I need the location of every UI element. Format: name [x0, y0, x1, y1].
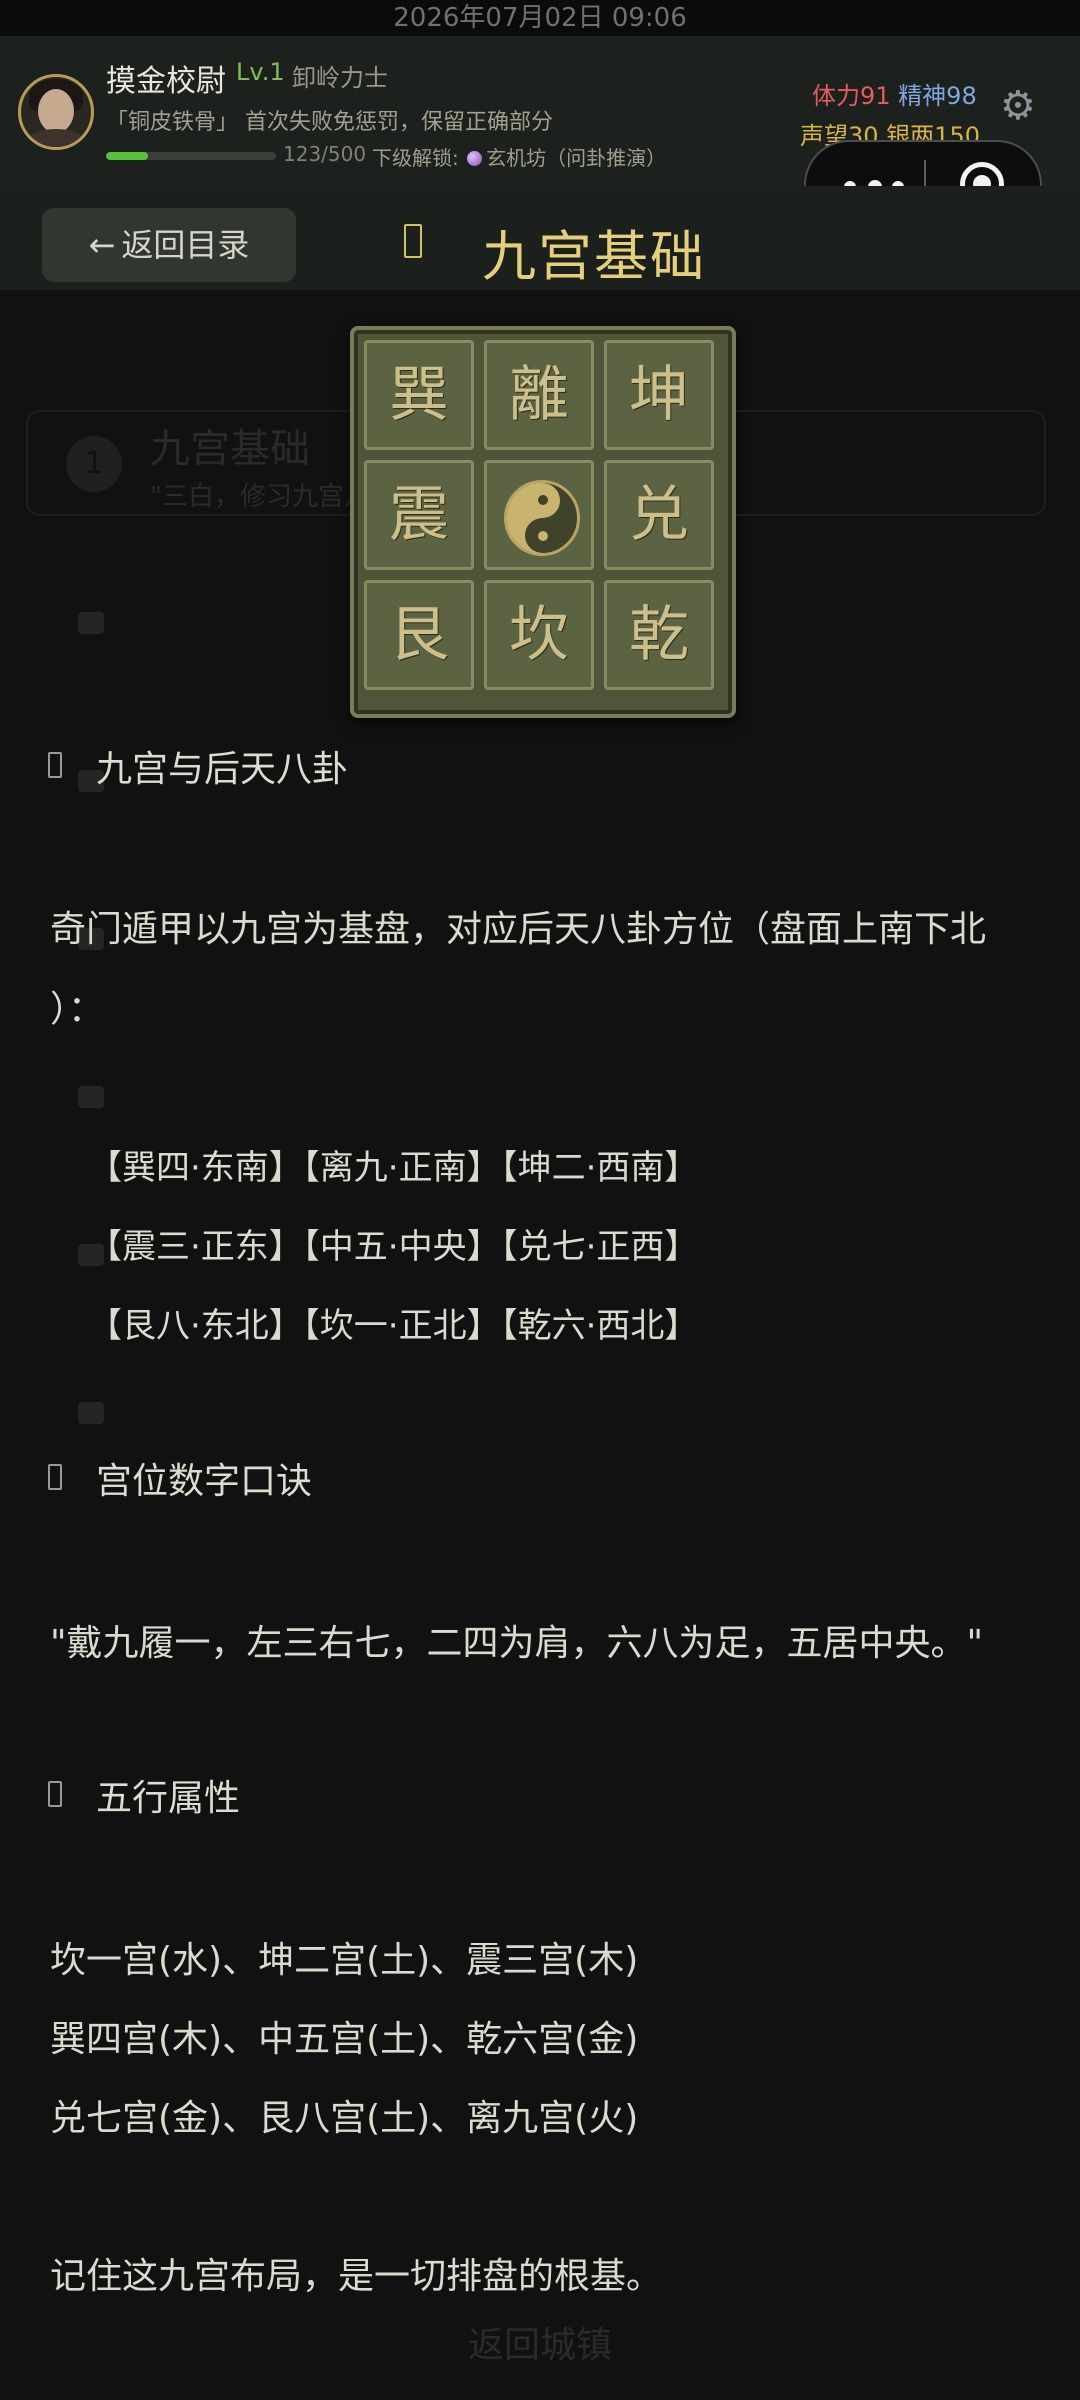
unlock-target: 玄机坊（问卦推演）	[486, 146, 667, 170]
element-line: 巽四宫(木)、中五宫(土)、乾六宫(金)	[50, 2019, 639, 2060]
lock-icon	[78, 612, 104, 634]
palace-cell-qian: 乾	[604, 580, 714, 690]
yin-yang-icon	[504, 480, 580, 556]
palace-cell-li: 離	[484, 340, 594, 450]
section-icon	[48, 1781, 62, 1807]
palace-cell-xun: 巽	[364, 340, 474, 450]
background-item-title: 九宫基础	[150, 426, 310, 472]
gear-icon[interactable]: ⚙	[1000, 86, 1036, 126]
section-icon	[48, 752, 62, 778]
mnemonic-text: "戴九履一，左三右七，二四为肩，六八为足，五居中央。"	[50, 1623, 984, 1664]
status-datetime: 2026年07月02日 09:06	[393, 3, 687, 33]
nine-palace-board: 巽 離 坤 震 兑 艮 坎 乾	[350, 326, 736, 718]
palace-cell-kan: 坎	[484, 580, 594, 690]
xp-progress-bar	[106, 152, 276, 160]
section-title-elements: 五行属性	[96, 1778, 241, 1819]
status-bar: 2026年07月02日 09:06	[0, 0, 1080, 36]
player-rank: 卸岭力士	[292, 64, 388, 92]
closing-text: 记住这九宫布局，是一切排盘的根基。	[50, 2256, 663, 2297]
section-title-mnemonic: 宫位数字口诀	[96, 1461, 313, 1502]
avatar[interactable]	[18, 74, 94, 150]
perk-text: 「铜皮铁骨」 首次失败免惩罚，保留正确部分	[106, 110, 553, 135]
return-town-link: 返回城镇	[467, 2325, 612, 2366]
intro-line-2: ）：	[50, 989, 105, 1030]
back-to-catalog-button[interactable]: ← 返回目录	[42, 208, 296, 282]
spirit-stat: 精神98	[898, 82, 977, 110]
palace-cell-center	[484, 460, 594, 570]
unlock-hint: 下级解锁: 玄机坊（问卦推演）	[372, 142, 666, 171]
back-button-label: 返回目录	[121, 226, 250, 264]
palace-cell-kun: 坤	[604, 340, 714, 450]
bagua-row: 【艮八·东北】【坎一·正北】【乾六·西北】	[88, 1306, 699, 1346]
section-title-palaces: 九宫与后天八卦	[96, 749, 349, 790]
palace-cell-dui: 兑	[604, 460, 714, 570]
page-title: 九宫基础	[482, 225, 706, 288]
element-line: 兑七宫(金)、艮八宫(土)、离九宫(火)	[50, 2098, 639, 2139]
intro-line-1: 奇门遁甲以九宫为基盘，对应后天八卦方位（盘面上南下北	[50, 909, 987, 950]
stamina-stat: 体力91	[812, 82, 891, 110]
xp-text: 123/500	[283, 142, 367, 166]
lock-icon	[78, 1402, 104, 1424]
palace-cell-gen: 艮	[364, 580, 474, 690]
palace-cell-zhen: 震	[364, 460, 474, 570]
lock-icon	[78, 1086, 104, 1108]
unlock-prefix: 下级解锁:	[372, 146, 459, 170]
bagua-row: 【震三·正东】【中五·中央】【兑七·正西】	[88, 1227, 699, 1267]
background-item-number: 1	[66, 436, 122, 492]
nav-bar: ← 返回目录 九宫基础	[0, 186, 1080, 290]
player-level: Lv.1	[236, 58, 285, 86]
xp-progress-fill	[106, 152, 148, 160]
scroll-icon	[404, 224, 422, 258]
crystal-ball-icon	[467, 151, 483, 166]
element-line: 坎一宫(水)、坤二宫(土)、震三宫(木)	[50, 1940, 639, 1981]
player-title: 摸金校尉	[106, 64, 226, 99]
bagua-row: 【巽四·东南】【离九·正南】【坤二·西南】	[88, 1148, 699, 1188]
back-arrow-icon: ←	[88, 226, 116, 264]
stats-row-1: 体力91 精神98	[812, 76, 977, 111]
section-icon	[48, 1464, 62, 1490]
